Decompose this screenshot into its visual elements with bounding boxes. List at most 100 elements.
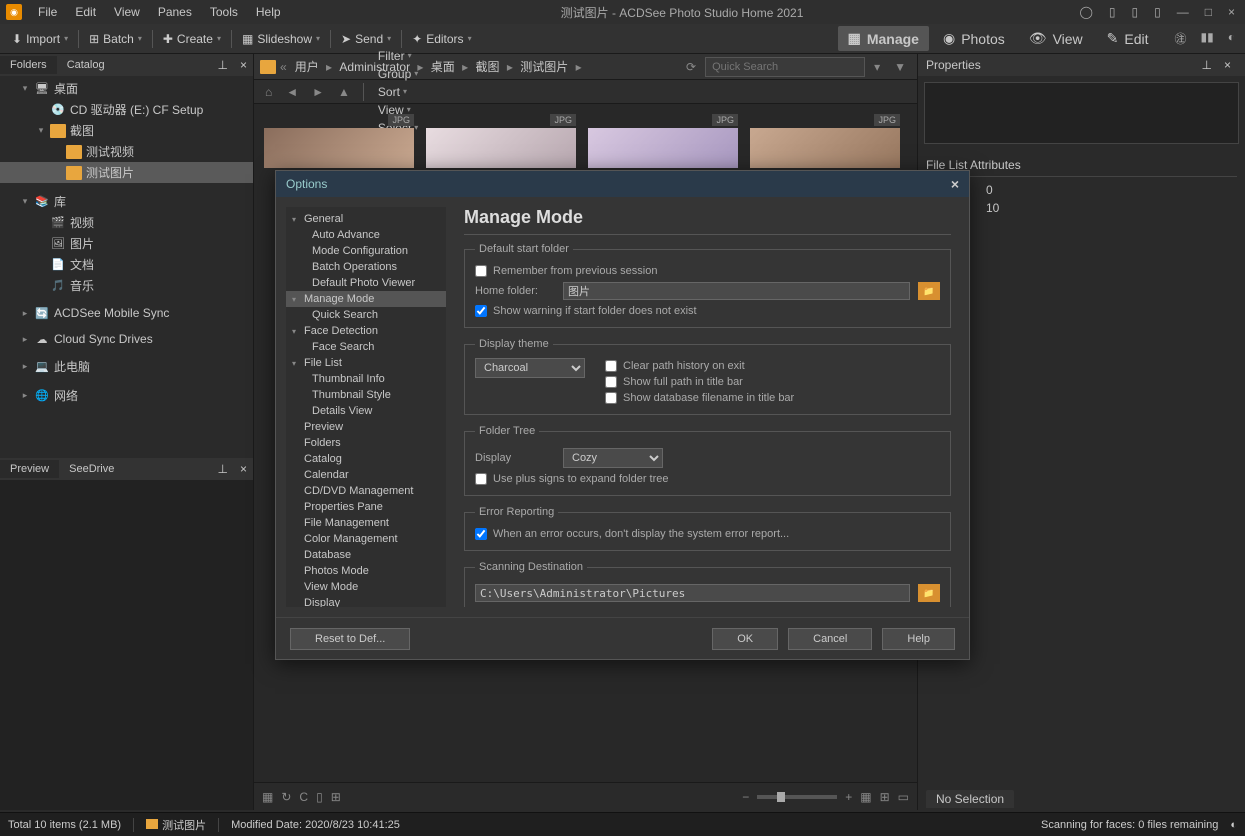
up-icon[interactable]: ▲: [333, 83, 355, 101]
maximize-button[interactable]: □: [1201, 3, 1216, 21]
browse-button[interactable]: 📁: [918, 584, 940, 602]
zoom-in-icon[interactable]: +: [845, 790, 852, 804]
remember-checkbox[interactable]: [475, 265, 487, 277]
thumbnail-item[interactable]: JPG: [588, 114, 738, 168]
path-segment[interactable]: 截图: [472, 58, 504, 76]
zoom-slider[interactable]: [757, 795, 837, 799]
options-tree-item[interactable]: Default Photo Viewer: [286, 275, 446, 291]
filter-group[interactable]: Group ▾: [372, 65, 424, 83]
editors-button[interactable]: ✦ Editors ▾: [406, 29, 477, 49]
view-icon[interactable]: ⊞: [880, 790, 890, 804]
options-tree-item[interactable]: Thumbnail Info: [286, 371, 446, 387]
photos-mode-tab[interactable]: ◉Photos: [933, 26, 1015, 51]
display-select[interactable]: Cozy: [563, 448, 663, 468]
tree-item[interactable]: 测试图片: [0, 162, 253, 183]
menu-edit[interactable]: Edit: [67, 2, 104, 22]
options-tree-item[interactable]: ▾Manage Mode: [286, 291, 446, 307]
path-segment[interactable]: 桌面: [427, 58, 459, 76]
filter-sort[interactable]: Sort ▾: [372, 83, 424, 101]
sync-icon[interactable]: ◐: [1224, 28, 1239, 49]
options-tree-item[interactable]: Auto Advance: [286, 227, 446, 243]
menu-tools[interactable]: Tools: [202, 2, 246, 22]
tree-item[interactable]: 测试视频: [0, 141, 253, 162]
options-tree-item[interactable]: ▾General: [286, 211, 446, 227]
layout1-icon[interactable]: ▯: [1105, 3, 1120, 21]
forward-icon[interactable]: ►: [307, 83, 329, 101]
options-tree-item[interactable]: ▾File List: [286, 355, 446, 371]
view-icon[interactable]: ▦: [860, 790, 871, 804]
create-button[interactable]: ✚ Create ▾: [157, 29, 227, 49]
options-tree-item[interactable]: CD/DVD Management: [286, 483, 446, 499]
folder-tree[interactable]: ▾🖥桌面💿CD 驱动器 (E:) CF Setup▾截图测试视频测试图片▾📚库🎬…: [0, 76, 253, 458]
options-tree-item[interactable]: Batch Operations: [286, 259, 446, 275]
options-tree-item[interactable]: ▾Face Detection: [286, 323, 446, 339]
tree-item[interactable]: 🎬视频: [0, 212, 253, 233]
tree-item[interactable]: ▾截图: [0, 120, 253, 141]
layout3-icon[interactable]: ▯: [1150, 3, 1165, 21]
ok-button[interactable]: OK: [712, 628, 778, 650]
options-tree-item[interactable]: Quick Search: [286, 307, 446, 323]
pin-icon[interactable]: ⊥: [212, 56, 234, 74]
options-tree-item[interactable]: File Management: [286, 515, 446, 531]
close-button[interactable]: ×: [1224, 3, 1239, 21]
tree-item[interactable]: ▸💻此电脑: [0, 356, 253, 377]
view-mode-tab[interactable]: 👁View: [1019, 26, 1093, 51]
help-button[interactable]: Help: [882, 628, 955, 650]
edit-mode-tab[interactable]: ✎Edit: [1097, 26, 1159, 51]
options-tree[interactable]: ▾GeneralAuto AdvanceMode ConfigurationBa…: [286, 207, 446, 607]
seedrive-tab[interactable]: SeeDrive: [59, 460, 124, 478]
tree-item[interactable]: ▾📚库: [0, 191, 253, 212]
theme-select[interactable]: Charcoal: [475, 358, 585, 378]
clear-history-checkbox[interactable]: [605, 360, 617, 372]
view-icon[interactable]: ▭: [898, 790, 909, 804]
status-icon[interactable]: ◐: [1230, 819, 1237, 831]
panel-close-icon[interactable]: ×: [234, 460, 253, 478]
options-tree-item[interactable]: Catalog: [286, 451, 446, 467]
options-tree-item[interactable]: Calendar: [286, 467, 446, 483]
menu-panes[interactable]: Panes: [150, 2, 200, 22]
filter-filter[interactable]: Filter ▾: [372, 47, 424, 65]
filter-icon[interactable]: ▼: [889, 58, 911, 76]
browse-button[interactable]: 📁: [918, 282, 940, 300]
menu-help[interactable]: Help: [248, 2, 289, 22]
zoom-out-icon[interactable]: −: [742, 790, 749, 804]
tree-item[interactable]: ▸🔄ACDSee Mobile Sync: [0, 304, 253, 322]
preview-tab[interactable]: Preview: [0, 460, 59, 478]
user-icon[interactable]: ◯: [1075, 3, 1096, 21]
layout2-icon[interactable]: ▯: [1128, 3, 1143, 21]
options-tree-item[interactable]: Face Search: [286, 339, 446, 355]
catalog-tab[interactable]: Catalog: [57, 56, 115, 74]
options-tree-item[interactable]: Photos Mode: [286, 563, 446, 579]
reset-button[interactable]: Reset to Def...: [290, 628, 410, 650]
dialog-close-icon[interactable]: ×: [951, 176, 959, 192]
options-tree-item[interactable]: Thumbnail Style: [286, 387, 446, 403]
panel-close-icon[interactable]: ×: [234, 56, 253, 74]
send-button[interactable]: ➤ Send ▾: [335, 29, 397, 49]
pin-icon[interactable]: ⊥: [212, 460, 234, 478]
tool-icon[interactable]: C: [299, 790, 308, 804]
tree-item[interactable]: 🎵音乐: [0, 275, 253, 296]
options-tree-item[interactable]: Mode Configuration: [286, 243, 446, 259]
error-checkbox[interactable]: [475, 528, 487, 540]
dashboard-icon[interactable]: ▮▮: [1197, 28, 1218, 49]
scan-path-input[interactable]: [475, 584, 910, 602]
tree-item[interactable]: ▸☁Cloud Sync Drives: [0, 330, 253, 348]
path-segment[interactable]: 用户: [291, 58, 323, 76]
panel-close-icon[interactable]: ×: [1218, 56, 1237, 74]
tree-item[interactable]: ▸🌐网络: [0, 385, 253, 406]
options-tree-item[interactable]: Preview: [286, 419, 446, 435]
search-dropdown-icon[interactable]: ▾: [869, 58, 885, 76]
home-icon[interactable]: ⌂: [260, 83, 277, 101]
thumbnail-item[interactable]: JPG: [750, 114, 900, 168]
batch-button[interactable]: ⊞ Batch ▾: [83, 29, 148, 49]
back-icon[interactable]: ◄: [281, 83, 303, 101]
options-tree-item[interactable]: Database: [286, 547, 446, 563]
options-tree-item[interactable]: View Mode: [286, 579, 446, 595]
options-tree-item[interactable]: Folders: [286, 435, 446, 451]
minimize-button[interactable]: —: [1173, 3, 1193, 21]
manage-mode-tab[interactable]: ▦Manage: [838, 26, 929, 51]
tree-item[interactable]: 📄文档: [0, 254, 253, 275]
tree-item[interactable]: ▾🖥桌面: [0, 78, 253, 99]
full-path-checkbox[interactable]: [605, 376, 617, 388]
options-tree-item[interactable]: Color Management: [286, 531, 446, 547]
